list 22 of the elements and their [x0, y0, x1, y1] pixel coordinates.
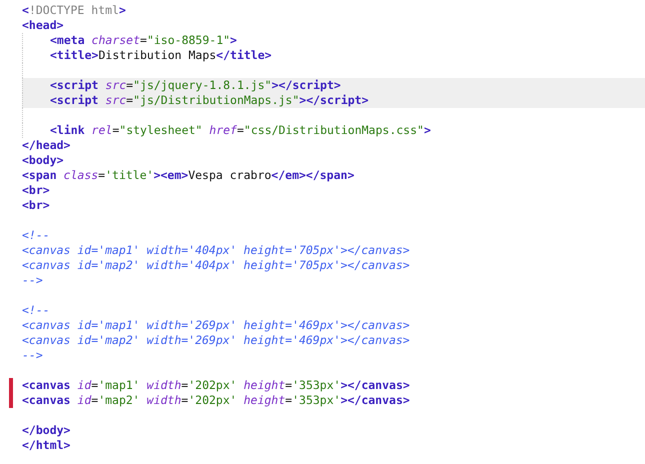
code-line: -->	[22, 348, 44, 363]
code-line: <canvas id='map1' width='269px' height='469px'></canvas>	[22, 318, 411, 333]
code-line: </html>	[22, 438, 72, 453]
code-line: <br>	[22, 198, 51, 213]
code-line: <!--	[22, 228, 51, 243]
code-line: <!DOCTYPE html>	[22, 3, 127, 18]
code-line: <canvas id='map2' width='269px' height='469px'></canvas>	[22, 333, 411, 348]
code-line: </head>	[22, 138, 72, 153]
code-line: </body>	[22, 423, 72, 438]
code-line: <canvas id='map2' width='404px' height='705px'></canvas>	[22, 258, 411, 273]
code-line: <canvas id='map2' width='202px' height='353px'></canvas>	[22, 393, 411, 408]
code-line: <canvas id='map1' width='404px' height='705px'></canvas>	[22, 243, 411, 258]
code-line: -->	[22, 273, 44, 288]
code-line: <title>Distribution Maps</title>	[22, 48, 645, 63]
code-line: <br>	[22, 183, 51, 198]
code-line: <meta charset="iso-8859-1">	[22, 33, 645, 48]
code-line: <!--	[22, 303, 51, 318]
code-line: <link rel="stylesheet" href="css/DistributionMaps.css">	[22, 123, 645, 138]
code-line: <body>	[22, 153, 65, 168]
code-line: <span class='title'><em>Vespa crabro</em></span>	[22, 168, 356, 183]
code-line: <canvas id='map1' width='202px' height='353px'></canvas>	[22, 378, 411, 393]
code-line: <head>	[22, 18, 65, 33]
